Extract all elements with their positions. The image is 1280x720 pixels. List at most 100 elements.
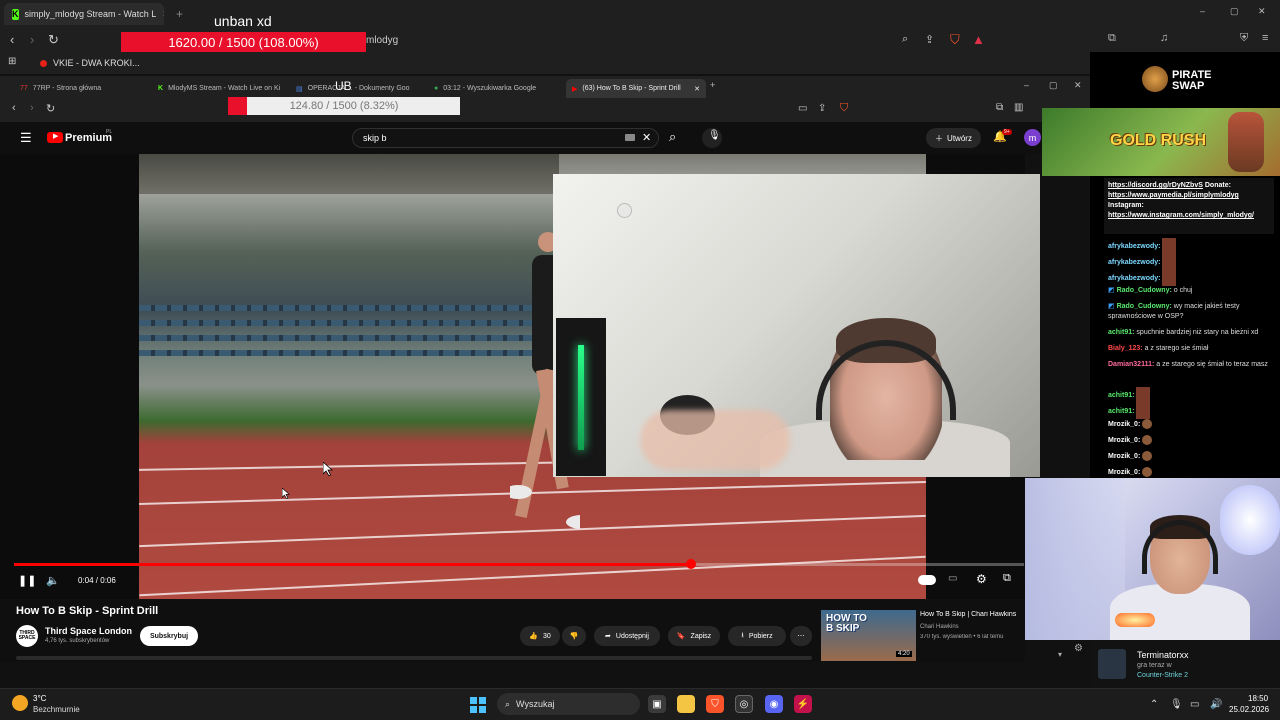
volume-icon[interactable]: 🔊 (1210, 699, 1222, 710)
clock-date[interactable]: 25.02.2026 (1229, 705, 1269, 714)
search-icon[interactable]: ⌕ (902, 33, 908, 46)
share-button[interactable]: ➦ Udostępnij (594, 626, 660, 646)
weather-temperature[interactable]: 3°C (33, 694, 46, 703)
new-tab-button[interactable]: + (710, 80, 715, 90)
maximize-icon[interactable]: ▢ (1049, 80, 1058, 91)
hamburger-menu-icon[interactable]: ☰ (20, 130, 32, 146)
chat-username[interactable]: Rado_Cudowny: (1117, 303, 1172, 310)
close-icon[interactable]: ✕ (694, 85, 700, 93)
forward-icon[interactable]: › (30, 102, 34, 114)
windows-start-icon[interactable] (470, 697, 486, 713)
channel-avatar[interactable]: THIRD SPACE (16, 625, 38, 647)
minimize-icon[interactable]: – (1200, 6, 1205, 16)
chat-username[interactable]: afrykabezwody: (1108, 259, 1161, 266)
search-icon[interactable]: ⌕ (669, 129, 676, 145)
settings-gear-icon[interactable]: ⚙ (976, 572, 987, 586)
close-window-icon[interactable]: ✕ (1258, 6, 1266, 17)
like-button[interactable]: 👍 30 (520, 626, 560, 646)
shield-icon[interactable]: ⛨ (1240, 32, 1248, 45)
extensions-icon[interactable]: ⧉ (1108, 32, 1116, 45)
brave-rewards-icon[interactable]: ▲ (972, 32, 985, 47)
chat-username[interactable]: Bialy_123: (1108, 345, 1143, 352)
chevron-up-icon[interactable]: ⌃ (1150, 699, 1158, 710)
download-button[interactable]: ⭳ Pobierz (728, 626, 786, 646)
save-button[interactable]: 🔖 Zapisz (668, 626, 720, 646)
forward-icon[interactable]: › (30, 32, 34, 47)
clear-search-icon[interactable]: ✕ (642, 131, 651, 144)
back-icon[interactable]: ‹ (12, 102, 16, 114)
subscribe-button[interactable]: Subskrybuj (140, 626, 198, 646)
task-view-icon[interactable]: ▣ (648, 695, 666, 713)
close-window-icon[interactable]: ✕ (1074, 80, 1082, 91)
close-icon[interactable]: ✕ (162, 9, 164, 20)
more-actions-button[interactable]: ⋯ (790, 626, 812, 646)
inner-tab[interactable]: ● 03:12 - Wyszukiwarka Google (428, 79, 558, 98)
sidebar-icon[interactable]: ▥ (1014, 102, 1023, 113)
file-explorer-icon[interactable] (677, 695, 695, 713)
recommended-title[interactable]: How To B Skip | Chari Hawkins (920, 611, 1030, 618)
chat-username[interactable]: Damian32111: (1108, 361, 1154, 368)
discord-icon[interactable]: ◉ (765, 695, 783, 713)
reload-icon[interactable]: ↻ (46, 102, 55, 115)
chat-username[interactable]: achit91: (1108, 392, 1134, 399)
chat-username[interactable]: achit91: (1108, 408, 1134, 415)
maximize-icon[interactable]: ▢ (1230, 6, 1239, 17)
chat-username[interactable]: afrykabezwody: (1108, 275, 1161, 282)
weather-description[interactable]: Bezchmurnie (33, 705, 80, 714)
chat-username[interactable]: Mrozik_0: (1108, 437, 1140, 444)
chrome-icon[interactable]: ◎ (735, 695, 753, 713)
minimize-icon[interactable]: – (1024, 80, 1029, 90)
brave-browser-icon[interactable]: ⛉ (706, 695, 724, 713)
description-box-edge[interactable] (16, 656, 812, 660)
share-icon[interactable]: ⇪ (925, 33, 934, 46)
youtube-search-input[interactable]: skip b ✕ (352, 128, 659, 148)
chat-username[interactable]: Mrozik_0: (1108, 421, 1140, 428)
volume-icon[interactable]: 🔈 (46, 574, 60, 587)
chevron-down-icon[interactable]: ▾ (1058, 650, 1062, 659)
dislike-button[interactable]: 👎 (562, 626, 586, 646)
network-icon[interactable]: ▭ (1190, 699, 1199, 710)
progress-scrubber[interactable] (685, 559, 696, 569)
music-icon[interactable]: ♫ (1160, 32, 1168, 44)
brave-shield-icon[interactable]: ⛉ (950, 32, 960, 48)
address-bar-text[interactable]: mlodyg (366, 35, 398, 46)
weather-moon-icon[interactable] (12, 695, 28, 711)
miniplayer-icon[interactable]: ⧉ (1003, 572, 1011, 585)
instagram-link[interactable]: https://www.instagram.com/simply_mlodyg/ (1108, 211, 1258, 221)
create-button[interactable]: ＋ Utwórz (926, 128, 981, 148)
settings-gear-icon[interactable]: ⚙ (1074, 643, 1083, 654)
chat-username[interactable]: Rado_Cudowny: (1117, 287, 1172, 294)
apps-grid-icon[interactable]: ⊞ (8, 56, 16, 67)
pause-icon[interactable]: ❚❚ (18, 574, 36, 587)
tab-kick-stream[interactable]: K simply_mlodyg Stream - Watch L ✕ (4, 3, 164, 25)
subtitles-icon[interactable]: ▭ (948, 573, 957, 584)
autoplay-toggle[interactable] (918, 575, 936, 585)
brave-shield-icon[interactable]: ⛉ (840, 102, 848, 115)
chat-username[interactable]: afrykabezwody: (1108, 243, 1161, 250)
chat-username[interactable]: achit91: (1108, 329, 1134, 336)
bookmark-item[interactable]: VKIE - DWA KROKI... (53, 58, 140, 68)
account-avatar[interactable]: m (1024, 129, 1041, 146)
pip-icon[interactable]: ▭ (798, 103, 807, 114)
chat-username[interactable]: Mrozik_0: (1108, 469, 1140, 476)
reload-icon[interactable]: ↻ (48, 32, 59, 48)
app-icon[interactable]: ⚡ (794, 695, 812, 713)
new-tab-button[interactable]: + (168, 3, 191, 25)
inner-tab-active[interactable]: ▶ (63) How To B Skip - Sprint Drill ✕ (566, 79, 706, 98)
channel-name[interactable]: Third Space London (45, 626, 132, 636)
back-icon[interactable]: ‹ (10, 32, 14, 47)
inner-tab[interactable]: K MlodyMS Stream - Watch Live on Ki (152, 79, 282, 98)
keyboard-icon[interactable] (625, 134, 635, 141)
inner-tab[interactable]: ▤ OPERACJA ... - Dokumenty Goo (290, 79, 420, 98)
inner-tab[interactable]: 77 77RP - Strona główna (14, 79, 144, 98)
extensions-icon[interactable]: ⧉ (996, 102, 1003, 113)
donate-link[interactable]: https://www.paymedia.pl/simplymlodyg (1108, 191, 1270, 201)
chat-username[interactable]: Mrozik_0: (1108, 453, 1140, 460)
share-icon[interactable]: ⇪ (818, 103, 826, 114)
microphone-icon[interactable]: 🎙 (1170, 699, 1183, 710)
discord-link[interactable]: https://discord.gg/rDyNZbvS (1108, 182, 1203, 189)
taskbar-search[interactable]: ⌕ Wyszukaj (497, 693, 640, 715)
menu-icon[interactable]: ≡ (1262, 32, 1268, 44)
clock-time[interactable]: 18:50 (1248, 694, 1268, 703)
microphone-glow (1115, 613, 1155, 627)
